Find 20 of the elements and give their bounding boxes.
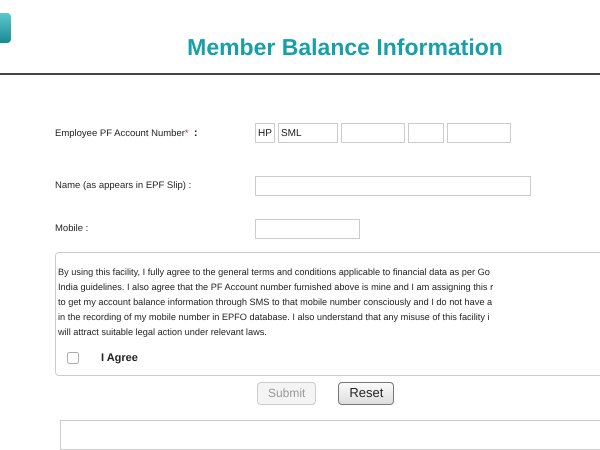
terms-text-line: in the recording of my mobile number in EPFO database. I also understand that any misuse of this facility i (58, 311, 491, 324)
input-field[interactable] (447, 123, 511, 143)
input-field[interactable] (341, 123, 405, 143)
input-field[interactable]: SML (278, 123, 338, 143)
input-field[interactable] (255, 176, 531, 196)
agree-label: I Agree (101, 351, 138, 366)
logo-icon (0, 13, 11, 43)
terms-text-line: By using this facility, I fully agree to the general terms and conditions applicable to financial data as per Go (58, 266, 491, 279)
page-title: Member Balance Information (187, 32, 503, 62)
terms-text-line: India guidelines. I also agree that the PF Account number furnished above is mine and I am assigning this r (58, 281, 494, 294)
agree-checkbox[interactable] (67, 352, 79, 364)
input-field[interactable] (408, 123, 444, 143)
field-label: Mobile : (55, 222, 90, 236)
terms-text-line: to get my account balance information through SMS to that mobile number consciously and I do not have a (58, 296, 494, 309)
field-label: Employee PF Account Number* : (55, 126, 199, 141)
reset-button[interactable]: Reset (338, 382, 394, 404)
input-field[interactable]: HP (255, 123, 275, 143)
field-label: Name (as appears in EPF Slip) : (55, 178, 192, 193)
terms-text-line: will attract suitable legal action under relevant laws. (58, 326, 268, 339)
input-field[interactable] (255, 219, 360, 239)
